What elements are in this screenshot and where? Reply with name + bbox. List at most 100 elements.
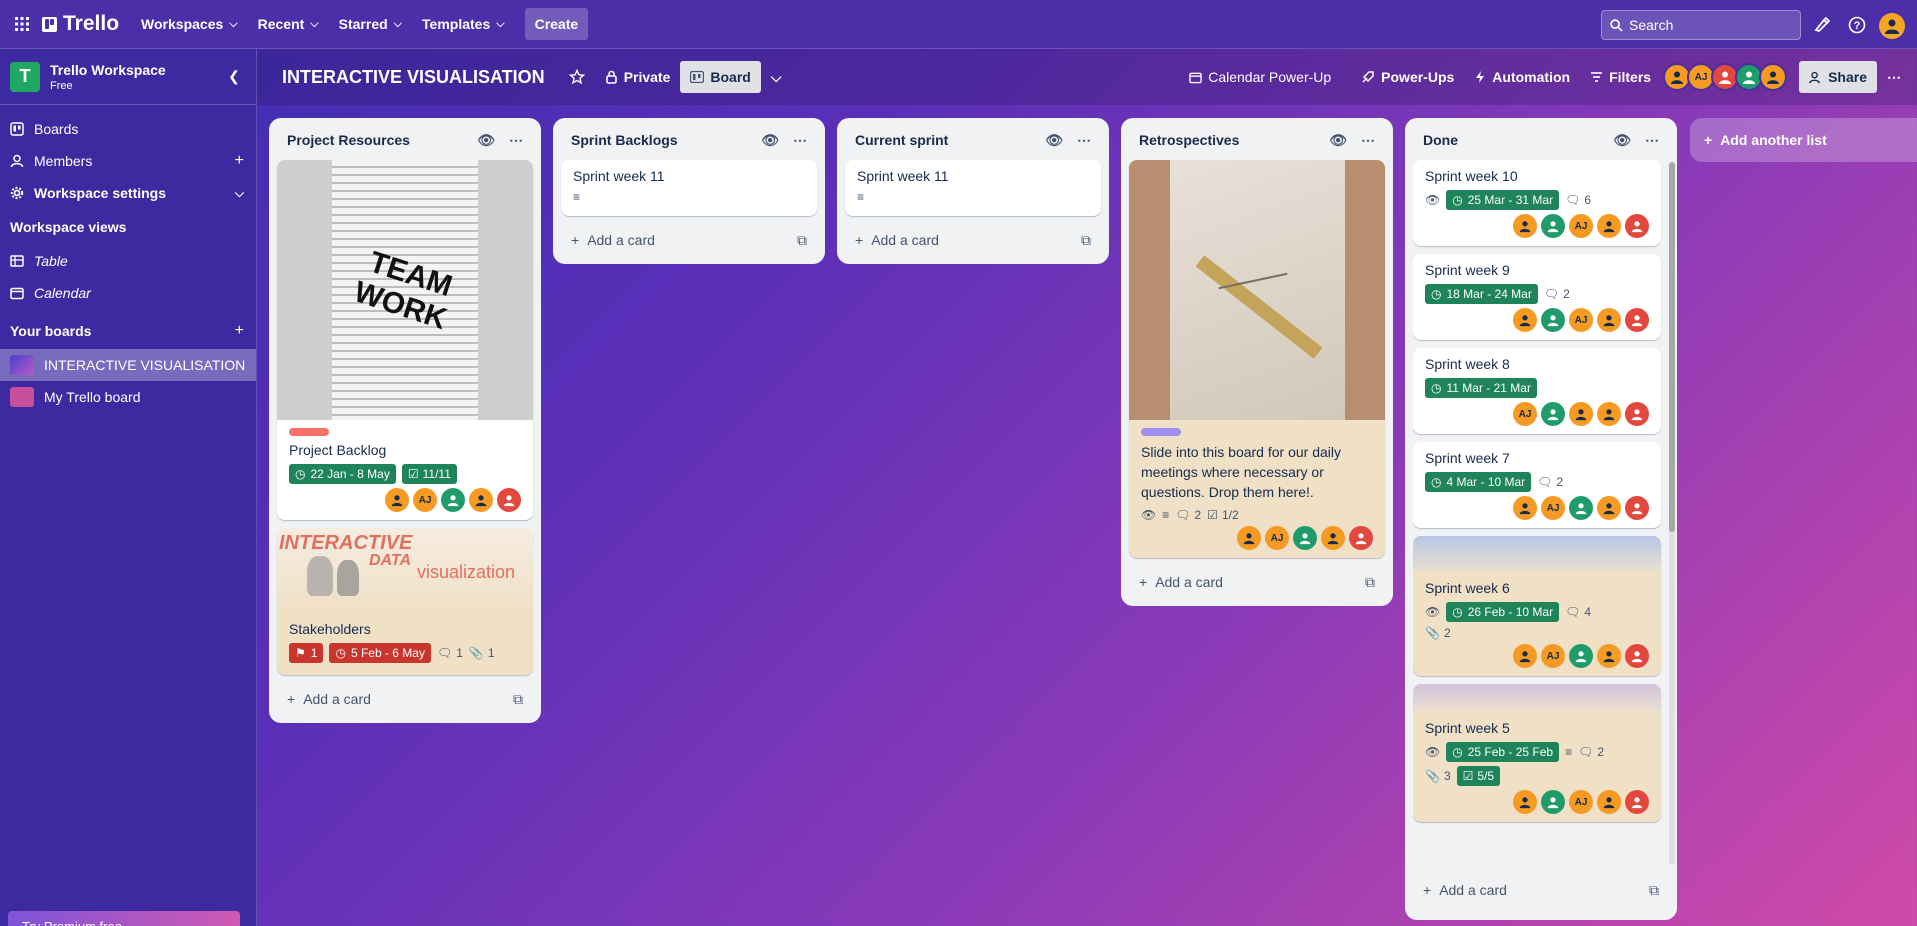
create-button[interactable]: Create <box>524 8 589 40</box>
notifications-icon[interactable] <box>1810 13 1834 37</box>
member-avatar[interactable]: AJ <box>1569 308 1593 332</box>
member-avatar[interactable]: AJ <box>1265 526 1289 550</box>
view-switcher-chevron-down-icon[interactable]: ⌵ <box>761 61 792 93</box>
member-avatar[interactable] <box>385 488 409 512</box>
list-menu-icon[interactable]: ⋯ <box>1645 132 1659 149</box>
member-avatar[interactable] <box>1321 526 1345 550</box>
member-avatar[interactable] <box>1541 790 1565 814</box>
member-avatar[interactable]: AJ <box>1569 214 1593 238</box>
due-date-badge[interactable]: ◷ 18 Mar - 24 Mar <box>1425 284 1538 304</box>
card-template-icon[interactable]: ⧉ <box>797 232 807 249</box>
list-menu-icon[interactable]: ⋯ <box>793 132 807 149</box>
card-sprint-week-8[interactable]: Sprint week 8 ◷ 11 Mar - 21 Mar AJ <box>1413 348 1661 434</box>
member-avatar[interactable] <box>1349 526 1373 550</box>
collapse-sidebar-icon[interactable]: ❮ <box>222 65 246 89</box>
card-sprint-week-11[interactable]: Sprint week 11 ≡ <box>845 160 1101 216</box>
list-scrollbar[interactable] <box>1669 162 1675 864</box>
calendar-powerup-button[interactable]: Calendar Power-Up <box>1179 61 1341 93</box>
card-sprint-week-7[interactable]: Sprint week 7 ◷ 4 Mar - 10 Mar 🗨 2 AJ <box>1413 442 1661 528</box>
app-switcher-icon[interactable] <box>6 8 38 40</box>
add-card-button[interactable]: + Add a card ⧉ <box>561 224 817 256</box>
member-avatar[interactable] <box>1513 496 1537 520</box>
member-avatar[interactable] <box>441 488 465 512</box>
member-avatar[interactable] <box>1513 790 1537 814</box>
list-header[interactable]: Done 👁 ⋯ <box>1413 126 1669 154</box>
add-card-button[interactable]: + Add a card ⧉ <box>1413 874 1669 906</box>
card-project-backlog[interactable]: TEAM WORK Project Backlog ◷ 22 Jan - 8 Ma… <box>277 160 533 520</box>
member-avatar[interactable] <box>1513 308 1537 332</box>
member-avatar[interactable] <box>1625 790 1649 814</box>
member-avatar[interactable]: AJ <box>413 488 437 512</box>
list-menu-icon[interactable]: ⋯ <box>509 132 523 149</box>
add-card-button[interactable]: + Add a card ⧉ <box>1129 566 1385 598</box>
add-card-button[interactable]: + Add a card ⧉ <box>277 683 533 715</box>
member-avatar[interactable] <box>1569 402 1593 426</box>
member-avatar[interactable] <box>1541 402 1565 426</box>
card-label[interactable] <box>1141 428 1181 436</box>
member-avatar[interactable] <box>1625 496 1649 520</box>
search-input[interactable]: Search <box>1601 10 1801 40</box>
share-button[interactable]: Share <box>1799 61 1877 93</box>
member-avatar[interactable]: AJ <box>1513 402 1537 426</box>
list-header[interactable]: Sprint Backlogs 👁 ⋯ <box>561 126 817 154</box>
member-avatar[interactable] <box>497 488 521 512</box>
member-avatar[interactable] <box>1569 644 1593 668</box>
member-avatar[interactable] <box>1597 308 1621 332</box>
due-date-badge[interactable]: ◷ 26 Feb - 10 Mar <box>1446 602 1560 622</box>
member-avatar[interactable] <box>1541 308 1565 332</box>
add-card-button[interactable]: + Add a card ⧉ <box>845 224 1101 256</box>
due-date-badge[interactable]: ◷ 11 Mar - 21 Mar <box>1425 378 1537 398</box>
card-template-icon[interactable]: ⧉ <box>513 691 523 708</box>
star-board-button[interactable] <box>559 61 595 93</box>
member-avatar[interactable]: AJ <box>1541 496 1565 520</box>
add-member-icon[interactable]: + <box>235 152 244 170</box>
board-title[interactable]: INTERACTIVE VISUALISATION <box>282 67 545 88</box>
member-avatar[interactable] <box>469 488 493 512</box>
automation-button[interactable]: Automation <box>1464 61 1580 93</box>
member-avatar[interactable] <box>1625 308 1649 332</box>
list-header[interactable]: Project Resources 👁 ⋯ <box>277 126 533 154</box>
list-menu-icon[interactable]: ⋯ <box>1077 132 1091 149</box>
due-date-badge[interactable]: ◷ 25 Mar - 31 Mar <box>1446 190 1560 210</box>
member-avatar[interactable] <box>1597 790 1621 814</box>
sidebar-item-calendar[interactable]: Calendar <box>0 277 256 309</box>
sidebar-item-boards[interactable]: Boards <box>0 113 256 145</box>
filters-button[interactable]: Filters <box>1580 61 1661 93</box>
card-retrospective-note[interactable]: Slide into this board for our daily meet… <box>1129 160 1385 558</box>
board-menu-icon[interactable]: ⋯ <box>1877 61 1911 93</box>
account-avatar[interactable] <box>1879 13 1905 39</box>
card-sprint-week-11[interactable]: Sprint week 11 ≡ <box>561 160 817 216</box>
member-avatar[interactable] <box>1625 402 1649 426</box>
list-header[interactable]: Current sprint 👁 ⋯ <box>845 126 1101 154</box>
workspaces-menu[interactable]: Workspaces ⌵ <box>131 8 248 40</box>
card-sprint-week-9[interactable]: Sprint week 9 ◷ 18 Mar - 24 Mar 🗨 2 AJ <box>1413 254 1661 340</box>
try-premium-button[interactable]: Try Premium free <box>8 911 240 926</box>
card-template-icon[interactable]: ⧉ <box>1649 882 1659 899</box>
recent-menu[interactable]: Recent ⌵ <box>248 8 329 40</box>
due-date-badge[interactable]: ◷ 5 Feb - 6 May <box>329 643 431 663</box>
sidebar-item-table[interactable]: Table <box>0 245 256 277</box>
workspace-name[interactable]: Trello Workspace <box>50 62 166 78</box>
card-sprint-week-5[interactable]: Sprint week 5 👁 ◷ 25 Feb - 25 Feb ≡ 🗨 2 📎 3… <box>1413 684 1661 822</box>
member-avatar[interactable] <box>1625 644 1649 668</box>
member-avatar[interactable] <box>1541 214 1565 238</box>
card-template-icon[interactable]: ⧉ <box>1081 232 1091 249</box>
visibility-button[interactable]: Private <box>595 61 681 93</box>
powerups-button[interactable]: Power-Ups <box>1351 61 1464 93</box>
member-avatar[interactable] <box>1597 644 1621 668</box>
member-avatar[interactable] <box>1513 644 1537 668</box>
sidebar-item-workspace-settings[interactable]: Workspace settings ⌵ <box>0 177 256 209</box>
due-date-badge[interactable]: ◷ 25 Feb - 25 Feb <box>1446 742 1560 762</box>
due-date-badge[interactable]: ◷ 22 Jan - 8 May <box>289 464 396 484</box>
card-template-icon[interactable]: ⧉ <box>1365 574 1375 591</box>
list-menu-icon[interactable]: ⋯ <box>1361 132 1375 149</box>
add-another-list-button[interactable]: + Add another list <box>1690 118 1917 162</box>
card-sprint-week-10[interactable]: Sprint week 10 👁 ◷ 25 Mar - 31 Mar 🗨 6 AJ <box>1413 160 1661 246</box>
card-sprint-week-6[interactable]: Sprint week 6 👁 ◷ 26 Feb - 10 Mar 🗨 4 📎 2 A… <box>1413 536 1661 676</box>
member-avatar[interactable] <box>1625 214 1649 238</box>
member-avatar[interactable]: AJ <box>1569 790 1593 814</box>
member-avatar[interactable]: AJ <box>1541 644 1565 668</box>
templates-menu[interactable]: Templates ⌵ <box>412 8 515 40</box>
due-date-badge[interactable]: ◷ 4 Mar - 10 Mar <box>1425 472 1532 492</box>
sidebar-board-my-trello-board[interactable]: My Trello board <box>0 381 256 413</box>
